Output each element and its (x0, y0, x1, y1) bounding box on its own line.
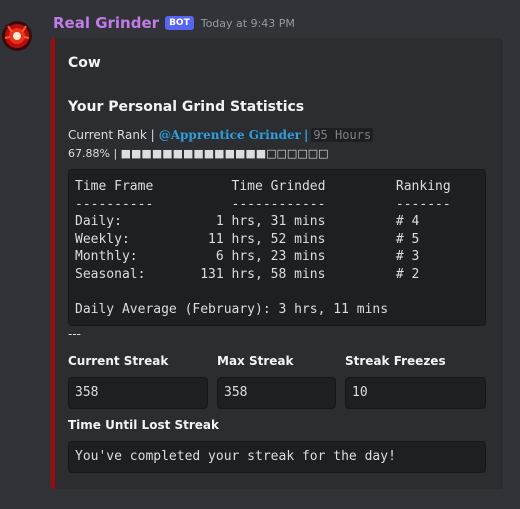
divider: --- (68, 327, 81, 341)
rank-hours: 95 Hours (311, 128, 374, 142)
rank-line: Current Rank | @Apprentice Grinder | 95 … (68, 128, 374, 142)
field-value-streak-freezes: 10 (345, 377, 486, 409)
embed-author: Cow (68, 55, 101, 71)
field-value-max-streak: 358 (217, 377, 336, 409)
timestamp[interactable]: Today at 9:43 PM (201, 17, 295, 30)
field-value-current-streak: 358 (68, 377, 208, 409)
rank-prefix: Current Rank | (68, 128, 155, 142)
progress-bar-text: 67.88% | ■■■■■■■■■■■■■■□□□□□□ (68, 147, 329, 160)
avatar[interactable] (0, 14, 38, 56)
rank-separator: | (303, 128, 309, 142)
username[interactable]: Real Grinder (53, 14, 159, 32)
stats-code-block: Time Frame Time Grinded Ranking --------… (68, 169, 486, 326)
field-value-time-until-lost-streak: You've completed your streak for the day… (68, 441, 486, 473)
embed-title: Your Personal Grind Statistics (68, 99, 305, 115)
field-label-time-until-lost-streak: Time Until Lost Streak (68, 418, 220, 432)
embed: Cow Your Personal Grind Statistics Curre… (51, 38, 503, 489)
message-header: Real Grinder BOT Today at 9:43 PM (53, 14, 295, 32)
field-label-current-streak: Current Streak (68, 354, 169, 368)
stats-table: Time Frame Time Grinded Ranking --------… (75, 179, 451, 318)
field-label-max-streak: Max Streak (217, 354, 294, 368)
rank-role-mention[interactable]: @Apprentice Grinder (159, 128, 301, 142)
bot-tag: BOT (165, 16, 194, 30)
field-label-streak-freezes: Streak Freezes (345, 354, 446, 368)
